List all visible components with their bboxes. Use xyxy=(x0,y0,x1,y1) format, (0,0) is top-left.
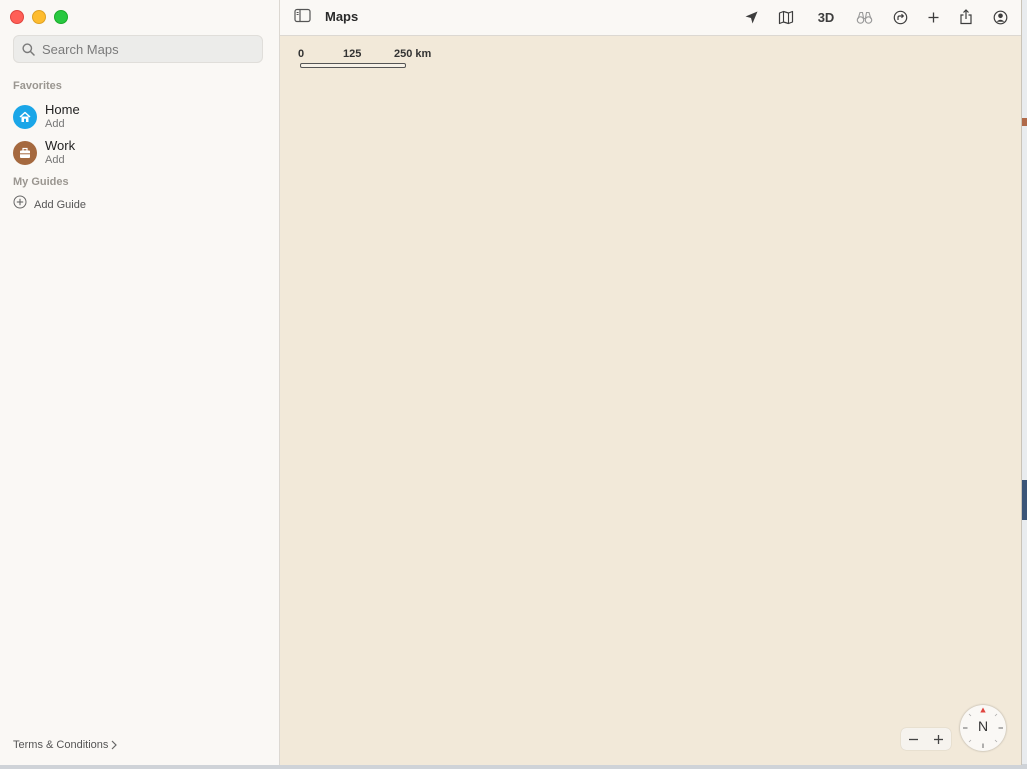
scale-label: 0 xyxy=(298,48,305,60)
plus-circle-icon xyxy=(13,195,27,214)
zoom-in-button[interactable] xyxy=(926,728,951,750)
terms-label: Terms & Conditions xyxy=(13,739,109,751)
location-arrow-icon[interactable] xyxy=(742,7,760,27)
sidebar: Favorites Home Add xyxy=(0,0,280,765)
maps-window: Favorites Home Add xyxy=(0,0,1022,765)
zoom-window-button[interactable] xyxy=(54,10,68,24)
briefcase-icon xyxy=(13,141,37,165)
favorite-title: Home xyxy=(45,102,80,117)
add-guide-button[interactable]: Add Guide xyxy=(13,195,86,214)
scale-label: 250 km xyxy=(394,48,432,60)
zoom-out-button[interactable] xyxy=(901,728,926,750)
terms-link[interactable]: Terms & Conditions xyxy=(13,739,118,751)
account-icon[interactable] xyxy=(991,7,1009,27)
look-around-binoculars-icon[interactable] xyxy=(855,7,873,27)
window-controls xyxy=(10,10,68,24)
favorite-title: Work xyxy=(45,138,76,153)
toolbar: Maps 3D xyxy=(280,0,1021,36)
add-icon[interactable] xyxy=(924,7,942,27)
scale-label: 125 xyxy=(343,48,362,60)
compass-button[interactable]: N xyxy=(960,705,1006,751)
scale-bar xyxy=(300,63,406,68)
directions-icon[interactable] xyxy=(891,7,909,27)
zoom-controls xyxy=(901,728,951,750)
my-guides-header: My Guides xyxy=(13,176,69,188)
search-field[interactable] xyxy=(13,35,263,63)
close-window-button[interactable] xyxy=(10,10,24,24)
compass-north-label: N xyxy=(977,718,989,734)
favorite-subtitle: Add xyxy=(45,118,65,130)
plus-icon xyxy=(934,734,943,744)
house-icon xyxy=(13,105,37,129)
map-scale: 0 125 250 km xyxy=(298,48,448,72)
magnifier-icon xyxy=(20,41,36,57)
share-icon[interactable] xyxy=(957,7,975,27)
favorite-work[interactable]: Work Add xyxy=(13,139,75,167)
minus-icon xyxy=(909,738,918,740)
favorite-home[interactable]: Home Add xyxy=(13,103,80,131)
favorites-header: Favorites xyxy=(13,80,62,92)
sidebar-toggle-icon[interactable] xyxy=(294,8,311,28)
map-mode-icon[interactable] xyxy=(777,7,795,27)
favorite-subtitle: Add xyxy=(45,154,65,166)
add-guide-label: Add Guide xyxy=(34,198,86,211)
3d-button[interactable]: 3D xyxy=(815,7,837,27)
minimize-window-button[interactable] xyxy=(32,10,46,24)
chevron-right-icon xyxy=(111,740,118,750)
window-title: Maps xyxy=(325,9,359,24)
search-input[interactable] xyxy=(40,40,254,58)
